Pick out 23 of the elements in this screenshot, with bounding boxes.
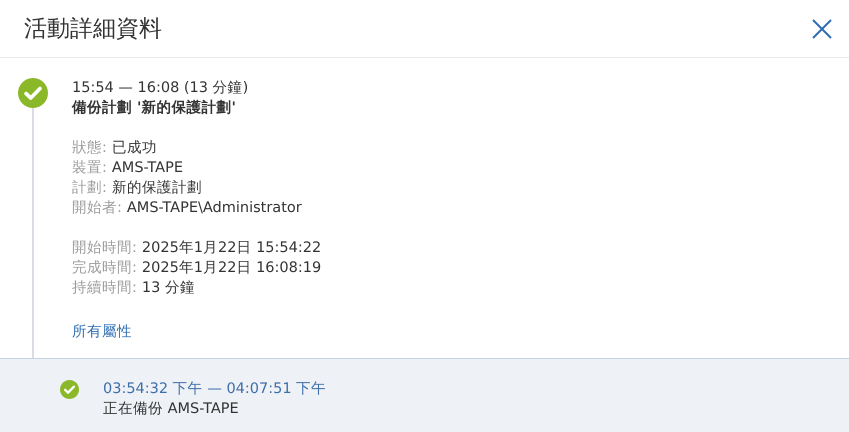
close-icon — [811, 18, 833, 40]
detail-label: 開始者: — [72, 199, 122, 218]
all-properties-link[interactable]: 所有屬性 — [72, 322, 322, 342]
detail-value: AMS-TAPE\Administrator — [126, 199, 302, 218]
detail-value: 13 分鐘 — [142, 279, 195, 298]
detail-value: 2025年1月22日 15:54:22 — [142, 239, 322, 258]
detail-value: 已成功 — [112, 139, 157, 158]
activity-name: 備份計劃 '新的保護計劃' — [72, 98, 237, 118]
detail-value: 新的保護計劃 — [112, 178, 202, 198]
detail-label: 計劃: — [72, 178, 107, 198]
sub-activity-time-range: 03:54:32 下午 — 04:07:51 下午 — [103, 380, 326, 399]
detail-label: 完成時間: — [72, 258, 137, 278]
detail-label: 狀態: — [72, 139, 107, 158]
detail-label: 開始時間: — [72, 239, 137, 258]
success-check-icon — [60, 380, 79, 399]
detail-label: 裝置: — [72, 159, 107, 178]
success-check-icon — [18, 78, 48, 108]
detail-value: 2025年1月22日 16:08:19 — [142, 259, 322, 278]
activity-time-range: 15:54 — 16:08 (13 分鐘) — [72, 79, 250, 98]
detail-value: AMS-TAPE — [112, 159, 183, 178]
detail-label: 持續時間: — [72, 279, 137, 298]
sub-activity-description: 正在備份 AMS-TAPE — [103, 400, 240, 419]
dialog-title: 活動詳細資料 — [24, 15, 162, 44]
